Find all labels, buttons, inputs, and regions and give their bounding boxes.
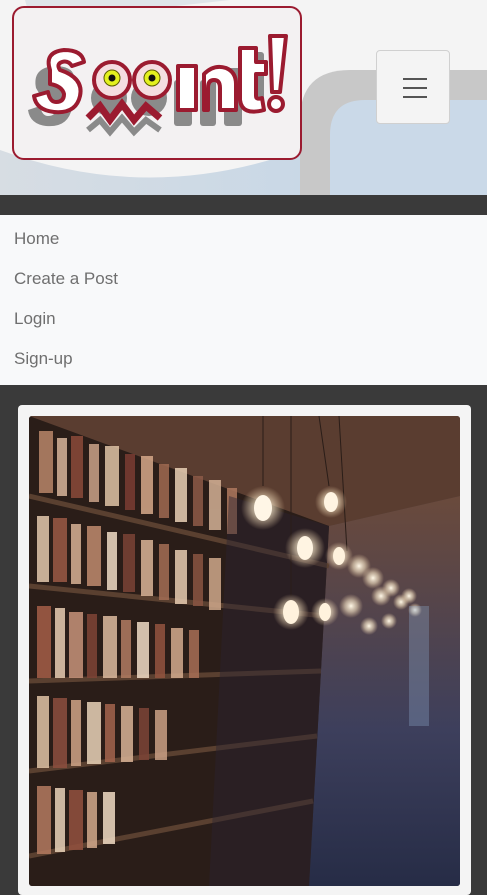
seenit-logo-image	[28, 34, 288, 137]
library-photo-illustration	[29, 416, 460, 886]
nav-link-login[interactable]: Login	[0, 299, 487, 339]
header-divider	[0, 195, 487, 215]
collapsed-nav-menu: Home Create a Post Login Sign-up	[0, 215, 487, 385]
site-logo[interactable]	[12, 6, 302, 160]
hero-card	[18, 405, 471, 895]
nav-link-create-post[interactable]: Create a Post	[0, 259, 487, 299]
nav-link-sign-up[interactable]: Sign-up	[0, 339, 487, 379]
main-content	[0, 385, 487, 895]
nav-link-home[interactable]: Home	[0, 219, 487, 259]
navbar-toggle-button[interactable]	[376, 50, 450, 124]
hero-library-image	[29, 416, 460, 886]
site-header	[0, 0, 487, 195]
